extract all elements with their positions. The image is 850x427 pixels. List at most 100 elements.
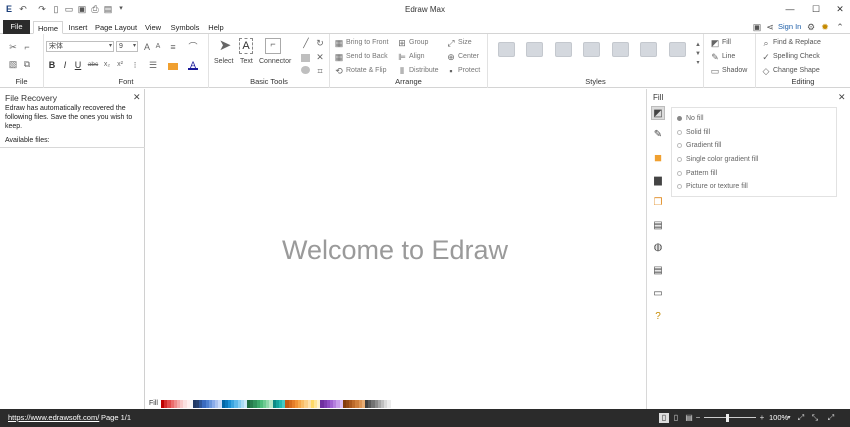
text-direction-icon[interactable]: ⌒	[188, 42, 198, 52]
style-swatch[interactable]	[498, 42, 515, 57]
tab-symbols[interactable]: Symbols	[168, 21, 202, 34]
comment-panel-icon[interactable]: ▭	[651, 287, 665, 301]
superscript-button[interactable]: x²	[115, 60, 125, 70]
fill-option[interactable]: Gradient fill	[686, 142, 721, 149]
font-name-dropdown[interactable]: 宋体 ▾	[46, 41, 114, 52]
change-shape-button[interactable]: Change Shape	[773, 67, 820, 74]
align-icon[interactable]: ≡	[168, 42, 178, 52]
recovered-files-list[interactable]	[0, 147, 145, 409]
zoom-in-icon[interactable]: +	[757, 413, 767, 423]
zoom-slider-track[interactable]	[704, 417, 756, 418]
style-swatch[interactable]	[583, 42, 600, 57]
line-button[interactable]: Line	[722, 53, 735, 60]
font-size-dropdown[interactable]: 9 ▾	[116, 41, 138, 52]
fill-option[interactable]: Pattern fill	[686, 170, 717, 177]
group-button[interactable]: Group	[409, 39, 428, 46]
arc-tool-icon[interactable]: ↻	[315, 38, 325, 48]
zoom-dropdown-icon[interactable]: ▾	[784, 413, 794, 423]
radio-no-fill[interactable]	[677, 116, 682, 121]
fill-option[interactable]: Single color gradient fill	[686, 156, 758, 163]
bullet-list-icon[interactable]: ☰	[148, 60, 158, 70]
fill-option[interactable]: Solid fill	[686, 129, 710, 136]
shadow-panel-icon[interactable]: ■	[651, 151, 665, 165]
protect-button[interactable]: Protect	[458, 67, 480, 74]
fill-panel-icon[interactable]: ◩	[651, 106, 665, 120]
fill-button[interactable]: Fill	[722, 39, 731, 46]
tab-file[interactable]: File	[3, 20, 30, 34]
distribute-button[interactable]: Distribute	[409, 67, 439, 74]
numbered-list-icon[interactable]: ⁝	[130, 60, 140, 70]
spelling-check-button[interactable]: Spelling Check	[773, 53, 820, 60]
fit-all-icon[interactable]: ⤢	[826, 413, 836, 423]
radio-picture-fill[interactable]	[677, 184, 682, 189]
image-panel-icon[interactable]: ▆	[651, 174, 665, 188]
fill-option[interactable]: No fill	[686, 115, 704, 122]
bring-to-front-button[interactable]: Bring to Front	[346, 39, 388, 46]
style-swatch[interactable]	[640, 42, 657, 57]
fill-option[interactable]: Picture or texture fill	[686, 183, 748, 190]
help-panel-icon[interactable]: ?	[651, 310, 665, 324]
radio-solid-fill[interactable]	[677, 130, 682, 135]
text-tool-button[interactable]: Text	[240, 58, 253, 65]
find-replace-button[interactable]: Find & Replace	[773, 39, 821, 46]
tab-insert[interactable]: Insert	[64, 21, 92, 34]
format-painter-icon[interactable]: ⌐	[22, 42, 32, 52]
paste-icon[interactable]: ▧	[8, 59, 18, 69]
radio-single-gradient-fill[interactable]	[677, 157, 682, 162]
palette-color-swatch[interactable]	[387, 400, 391, 408]
underline-button[interactable]: U	[73, 60, 83, 70]
select-tool-button[interactable]: Select	[214, 58, 233, 65]
drawing-canvas[interactable]: Welcome to Edraw	[145, 89, 645, 399]
close-icon[interactable]: ✕	[838, 92, 846, 103]
shadow-button[interactable]: Shadow	[722, 67, 747, 74]
hyperlink-panel-icon[interactable]: ◍	[651, 241, 665, 255]
tab-view[interactable]: View	[141, 21, 165, 34]
zoom-slider-handle[interactable]	[726, 414, 729, 422]
close-icon[interactable]: ✕	[133, 92, 141, 103]
align-button[interactable]: Align	[409, 53, 425, 60]
theme-icon[interactable]: ▣	[752, 22, 762, 32]
highlight-color-icon[interactable]	[168, 63, 178, 70]
font-color-button[interactable]: A	[188, 60, 198, 70]
share-icon[interactable]: ⋖	[765, 22, 775, 32]
strikethrough-button[interactable]: abc	[86, 60, 100, 70]
settings-gear-icon[interactable]: ⚙	[806, 22, 816, 32]
color-palette[interactable]	[161, 400, 391, 408]
radio-gradient-fill[interactable]	[677, 143, 682, 148]
data-panel-icon[interactable]: ▤	[651, 264, 665, 278]
rectangle-tool-icon[interactable]	[301, 54, 310, 62]
zoom-out-icon[interactable]: −	[693, 413, 703, 423]
shrink-font-icon[interactable]: A	[153, 42, 163, 52]
page-view-icon[interactable]: ▯	[659, 413, 669, 423]
style-swatch[interactable]	[555, 42, 572, 57]
italic-button[interactable]: I	[60, 60, 70, 70]
cut-icon[interactable]: ✂	[8, 42, 18, 52]
skin-icon[interactable]: ✹	[820, 22, 830, 32]
minimize-button[interactable]: —	[780, 3, 800, 15]
expand-styles-icon[interactable]: ▾	[693, 58, 703, 68]
website-link[interactable]: https://www.edrawsoft.com/	[8, 413, 99, 422]
copy-icon[interactable]: ⧉	[22, 59, 32, 69]
center-button[interactable]: Center	[458, 53, 479, 60]
style-swatch[interactable]	[526, 42, 543, 57]
collapse-ribbon-icon[interactable]: ⌃	[835, 22, 845, 32]
connector-tool-button[interactable]: Connector	[259, 58, 291, 65]
fit-window-icon[interactable]: ⤡	[810, 413, 820, 423]
radio-pattern-fill[interactable]	[677, 171, 682, 176]
sign-in-link[interactable]: Sign In	[778, 22, 801, 31]
maximize-button[interactable]: ☐	[806, 3, 826, 15]
line-tool-icon[interactable]: ╱	[301, 38, 311, 48]
send-to-back-button[interactable]: Send to Back	[346, 53, 388, 60]
tab-help[interactable]: Help	[204, 21, 228, 34]
tab-home[interactable]: Home	[33, 21, 63, 34]
tab-page-layout[interactable]: Page Layout	[93, 21, 139, 34]
rotate-flip-button[interactable]: Rotate & Flip	[346, 67, 386, 74]
subscript-button[interactable]: x₂	[102, 60, 112, 70]
crop-tool-icon[interactable]: ⌗	[315, 66, 325, 76]
style-swatch[interactable]	[612, 42, 629, 57]
full-screen-icon[interactable]: ▯	[671, 413, 681, 423]
close-button[interactable]: ✕	[830, 3, 850, 15]
size-button[interactable]: Size	[458, 39, 472, 46]
fit-width-icon[interactable]: ⤢	[796, 413, 806, 423]
line-panel-icon[interactable]: ✎	[651, 128, 665, 142]
